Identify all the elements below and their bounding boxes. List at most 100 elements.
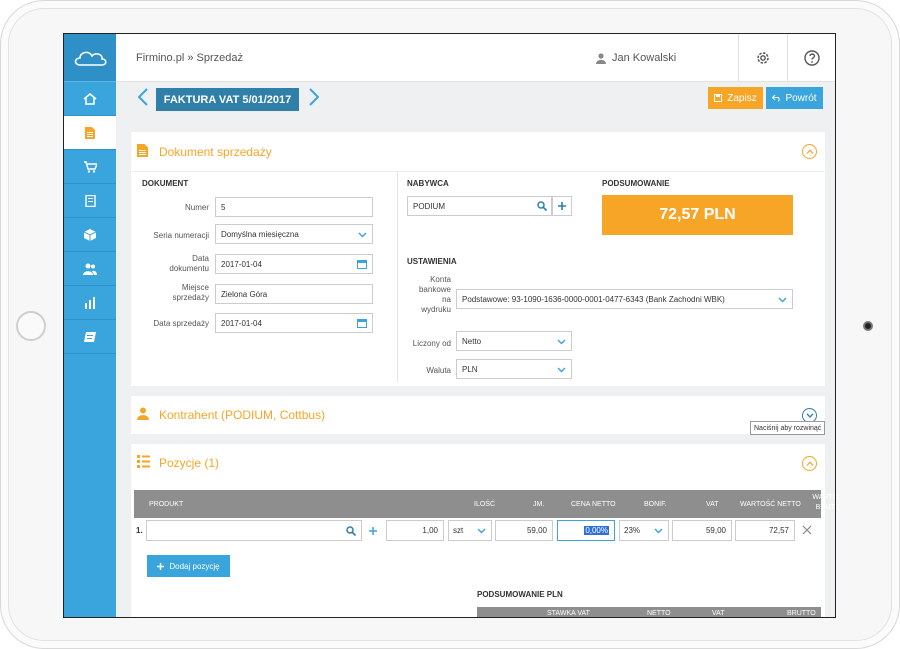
users-icon [83, 263, 97, 275]
liczony-select[interactable]: Netto [456, 331, 572, 351]
nabywca-value: PODIUM [413, 201, 445, 211]
sidebar-item-chart[interactable] [64, 286, 116, 320]
net-price-input[interactable]: 59,00 [495, 520, 553, 541]
user-icon [137, 407, 149, 420]
add-product-button[interactable] [364, 521, 382, 541]
podsumowanie-label: PODSUMOWANIE [602, 179, 670, 188]
back-button[interactable]: Powrót [766, 87, 823, 109]
delete-row-button[interactable] [801, 524, 813, 536]
calendar-icon[interactable] [357, 318, 367, 328]
add-position-label: Dodaj pozycję [169, 561, 220, 571]
header-ilosc: ILOŚĆ [474, 501, 496, 508]
header-vat: VAT [706, 501, 719, 508]
product-input[interactable] [146, 520, 362, 541]
add-buyer-button[interactable] [552, 196, 572, 216]
waluta-select[interactable]: PLN [456, 359, 572, 379]
document-panel: Dokument sprzedaży DOKUMENT Numer 5 Seri… [131, 132, 825, 386]
user-name: Jan Kowalski [612, 52, 677, 64]
tablet-frame: Firmino.pl » Sprzedaż Jan Kowalski FAKTU… [0, 0, 900, 649]
miejsce-value: Zielona Góra [221, 289, 268, 299]
total-amount: 72,57 PLN [602, 195, 793, 235]
expand-tooltip: Naciśnij aby rozwinąć [750, 421, 826, 435]
collapse-button[interactable] [802, 144, 817, 159]
summary-header-vat: VAT [712, 610, 725, 617]
summary-table-header: STAWKA VAT NETTO VAT BRUTTO [477, 607, 821, 617]
search-icon[interactable] [346, 525, 356, 536]
app-screen: Firmino.pl » Sprzedaż Jan Kowalski FAKTU… [63, 33, 836, 618]
header-produkt: PRODUKT [149, 501, 184, 508]
quantity-input[interactable]: 1,00 [386, 520, 444, 541]
add-position-button[interactable]: Dodaj pozycję [147, 555, 230, 577]
topbar: Firmino.pl » Sprzedaż Jan Kowalski [116, 34, 835, 82]
discount-input[interactable]: 0,00% [557, 520, 615, 541]
numer-label: Numer [184, 203, 209, 212]
konta-label-2: bankowe [418, 285, 451, 294]
pozycje-panel-header[interactable]: Pozycje (1) [131, 444, 825, 484]
konta-select[interactable]: Podstawowe: 93-1090-1636-0000-0001-0477-… [456, 289, 793, 309]
sidebar [64, 34, 116, 617]
nabywca-input[interactable]: PODIUM [407, 196, 552, 216]
waluta-value: PLN [462, 364, 478, 374]
row-number: 1. [136, 526, 143, 535]
document-title: FAKTURA VAT 5/01/2017 [156, 88, 299, 111]
vat-select[interactable]: 23% [619, 520, 669, 541]
sidebar-item-users[interactable] [64, 252, 116, 286]
unit-select[interactable]: szt [448, 520, 492, 541]
title-bar: FAKTURA VAT 5/01/2017 Zapisz Powrót [116, 82, 835, 116]
next-document-button[interactable] [309, 88, 320, 110]
summary-header-rate: STAWKA VAT [547, 610, 590, 617]
net-value-field: 59,00 [672, 520, 732, 541]
seria-label: Seria numeracji [153, 231, 209, 240]
liczony-label: Liczony od [412, 339, 451, 348]
breadcrumb[interactable]: Firmino.pl » Sprzedaż [136, 52, 243, 64]
chevron-down-icon [654, 528, 663, 533]
user-menu[interactable]: Jan Kowalski [596, 52, 676, 64]
settings-button[interactable] [738, 34, 787, 82]
home-button[interactable] [16, 311, 46, 341]
chevron-right-icon [309, 88, 320, 106]
waluta-label: Waluta [426, 366, 451, 375]
data-sprzedazy-input[interactable]: 2017-01-04 [215, 313, 373, 333]
gross-value-field: 72,57 [735, 520, 795, 541]
header-wartosc-netto: WARTOŚĆ NETTO [740, 501, 801, 508]
kontrahent-panel[interactable]: Kontrahent (PODIUM, Cottbus) [131, 396, 825, 434]
data-dokumentu-input[interactable]: 2017-01-04 [215, 254, 373, 274]
header-wartosc-brutto-2: BRUTTO [815, 504, 835, 511]
miejsce-input[interactable]: Zielona Góra [215, 284, 373, 304]
summary-label: PODSUMOWANIE PLN [477, 590, 563, 599]
miejsce-label-1: Miejsce [181, 283, 209, 292]
sidebar-item-box[interactable] [64, 218, 116, 252]
document-panel-header[interactable]: Dokument sprzedaży [131, 132, 825, 172]
gross-value: 72,57 [768, 526, 789, 535]
konta-label-4: wydruku [421, 305, 451, 314]
data-dokumentu-label-1: Data [192, 254, 209, 263]
search-icon[interactable] [537, 201, 547, 211]
chart-icon [85, 296, 95, 309]
sidebar-item-sales[interactable] [64, 116, 116, 150]
kontrahent-section-title: Kontrahent (PODIUM, Cottbus) [159, 408, 326, 422]
previous-document-button[interactable] [137, 88, 148, 110]
collapse-button[interactable] [802, 456, 817, 471]
seria-select[interactable]: Domyślna miesięczna [215, 224, 373, 244]
cloud-logo-icon[interactable] [64, 34, 116, 82]
ustawienia-label: USTAWIENIA [407, 257, 457, 266]
nabywca-label: NABYWCA [407, 179, 449, 188]
save-button[interactable]: Zapisz [708, 87, 763, 109]
header-cena: CENA NETTO [571, 501, 616, 508]
calendar-icon[interactable] [357, 259, 367, 269]
help-button[interactable] [787, 34, 835, 82]
sidebar-item-notebook[interactable] [64, 320, 116, 354]
chevron-down-icon [778, 297, 787, 303]
sidebar-item-book[interactable] [64, 184, 116, 218]
cart-icon [83, 160, 97, 173]
save-icon [714, 94, 723, 102]
column-divider [397, 172, 398, 382]
numer-input[interactable]: 5 [215, 197, 373, 217]
chevron-down-icon [477, 528, 486, 533]
chevron-down-icon [358, 232, 367, 238]
miejsce-label-2: sprzedaży [172, 293, 209, 302]
data-dokumentu-value: 2017-01-04 [221, 259, 262, 269]
kontrahent-panel-header[interactable]: Kontrahent (PODIUM, Cottbus) [131, 396, 825, 436]
sidebar-item-cart[interactable] [64, 150, 116, 184]
sidebar-item-home[interactable] [64, 82, 116, 116]
